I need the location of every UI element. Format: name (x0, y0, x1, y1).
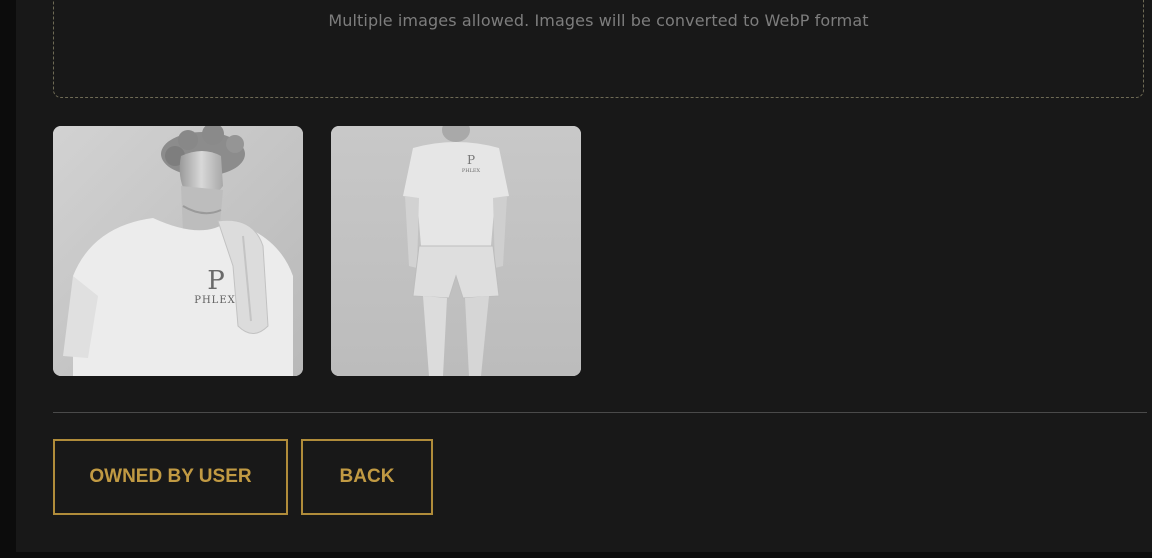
svg-text:P: P (207, 266, 225, 296)
upload-hint-text: Multiple images allowed. Images will be … (328, 11, 869, 30)
image-upload-dropzone[interactable]: Multiple images allowed. Images will be … (53, 0, 1144, 98)
owned-by-user-button[interactable]: OWNED BY USER (53, 439, 288, 515)
section-divider (53, 412, 1147, 413)
statue-bust-image: P PHLEX (53, 126, 303, 376)
product-image-thumbnail[interactable]: P PHLEX (53, 126, 303, 376)
logo-text: PHLEX (462, 168, 481, 174)
back-button[interactable]: BACK (301, 439, 433, 515)
svg-text:P: P (467, 153, 475, 167)
product-edit-panel: Multiple images allowed. Images will be … (16, 0, 1152, 552)
statue-full-image: P PHLEX (331, 126, 581, 376)
logo-text: PHLEX (194, 295, 236, 306)
product-image-thumbnail[interactable]: P PHLEX (331, 126, 581, 376)
